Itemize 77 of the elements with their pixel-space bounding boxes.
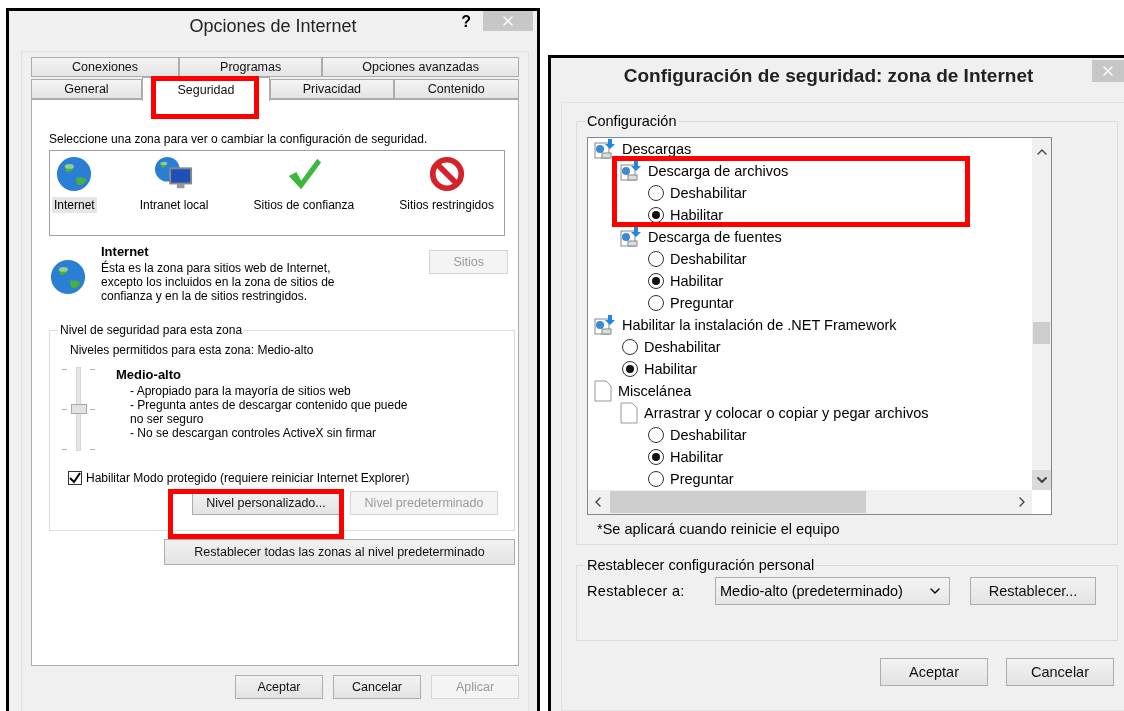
tab[interactable]: General <box>31 79 142 99</box>
protected-mode-checkbox[interactable]: Habilitar Modo protegido (requiere reiniciar Internet Explorer) <box>68 471 504 485</box>
radio-button[interactable] <box>648 273 664 289</box>
radio-option[interactable]: Deshabilitar <box>594 424 1032 446</box>
download-icon <box>620 161 642 181</box>
radio-option[interactable]: Deshabilitar <box>594 248 1032 270</box>
setting-label: Miscelánea <box>618 383 692 399</box>
dialog-button[interactable]: Aceptar <box>235 675 323 699</box>
tab[interactable]: Contenido <box>393 79 519 99</box>
level-description: - Pregunta antes de descargar contenido que puede no ser seguro <box>130 398 409 426</box>
group-label: Restablecer configuración personal <box>586 557 816 573</box>
radio-button[interactable] <box>622 339 638 355</box>
radio-button[interactable] <box>648 251 664 267</box>
radio-button[interactable] <box>648 471 664 487</box>
zone-description: Ésta es la zona para sitios web de Internet, excepto los incluidos en la zona de sitios de confianza y en la de sitios restringidos. <box>101 261 336 303</box>
setting-label: Arrastrar y colocar o copiar y pegar archivos <box>644 405 929 421</box>
setting-label: Descarga de fuentes <box>648 229 782 245</box>
download-icon <box>594 315 616 335</box>
radio-option[interactable]: Deshabilitar <box>594 336 1032 358</box>
group-label: Configuración <box>586 113 678 129</box>
zone-title: Internet <box>101 244 150 259</box>
dialog-button[interactable]: Cancelar <box>1006 658 1114 686</box>
globe-icon <box>55 155 94 193</box>
window-title: Opciones de Internet <box>189 15 357 37</box>
security-slider[interactable] <box>60 367 98 451</box>
page-icon <box>594 380 612 402</box>
page-icon <box>620 402 638 424</box>
radio-button[interactable] <box>648 427 664 443</box>
radio-option[interactable]: Habilitar <box>594 358 1032 380</box>
reset-button[interactable]: Restablecer... <box>970 577 1096 605</box>
help-button[interactable]: ? <box>461 13 471 31</box>
field-label: Restablecer a: <box>587 583 686 599</box>
reset-all-button[interactable]: Restablecer todas las zonas al nivel predeterminado <box>164 539 515 565</box>
zone-item[interactable]: Sitios restringidos <box>397 197 496 213</box>
globe-icon <box>49 258 87 296</box>
tab[interactable]: Opciones avanzadas <box>322 57 519 77</box>
window-title: Configuración de seguridad: zona de Internet <box>623 65 1034 87</box>
scroll-thumb[interactable] <box>1033 322 1050 344</box>
reset-level-dropdown[interactable]: Medio-alto (predeterminado) <box>715 577 950 605</box>
radio-option[interactable]: Habilitar <box>594 446 1032 468</box>
radio-option[interactable]: Preguntar <box>594 292 1032 314</box>
zone-item[interactable]: Sitios de confianza <box>251 197 357 213</box>
scroll-thumb[interactable] <box>610 491 866 513</box>
dialog-button[interactable]: Cancelar <box>333 675 421 699</box>
radio-button[interactable] <box>622 361 638 377</box>
group-label: Nivel de seguridad para esta zona <box>59 323 244 337</box>
check-icon <box>69 472 81 484</box>
zone-item[interactable]: Intranet local <box>137 197 211 213</box>
radio-button[interactable] <box>648 185 664 201</box>
radio-option[interactable]: Habilitar <box>594 204 1032 226</box>
radio-button[interactable] <box>648 449 664 465</box>
setting-label: Habilitar la instalación de .NET Framework <box>622 317 897 333</box>
prohibited-icon <box>427 155 466 193</box>
vertical-scrollbar[interactable] <box>1032 138 1051 490</box>
scroll-down-icon[interactable] <box>1032 470 1051 490</box>
setting-label: Descarga de archivos <box>648 163 789 179</box>
instruction-text: Seleccione una zona para ver o cambiar la configuración de seguridad. <box>49 132 429 146</box>
radio-option[interactable]: Habilitar <box>594 270 1032 292</box>
radio-option[interactable]: Preguntar <box>594 468 1032 490</box>
level-description: - Apropiado para la mayoría de sitios web <box>130 384 352 398</box>
level-description: - No se descargan controles ActiveX sin firmar <box>130 426 378 440</box>
zone-item[interactable]: Internet <box>52 197 97 213</box>
level-name: Medio-alto <box>116 367 181 382</box>
restart-note: *Se aplicará cuando reinicie el equipo <box>597 521 841 537</box>
radio-button[interactable] <box>648 207 664 223</box>
horizontal-scrollbar[interactable] <box>588 490 1032 514</box>
tab[interactable]: Privacidad <box>270 79 394 99</box>
radio-option[interactable]: Deshabilitar <box>594 182 1032 204</box>
tab[interactable]: Conexiones <box>31 57 180 77</box>
download-icon <box>620 227 642 247</box>
dialog-button[interactable]: Aceptar <box>880 658 988 686</box>
setting-label: Descargas <box>622 141 692 157</box>
allowed-levels-text: Niveles permitidos para esta zona: Medio-alto <box>70 343 315 357</box>
tab[interactable]: Programas <box>179 57 323 77</box>
checkbox[interactable] <box>68 471 82 485</box>
slider-thumb[interactable] <box>71 404 87 414</box>
radio-button[interactable] <box>648 295 664 311</box>
